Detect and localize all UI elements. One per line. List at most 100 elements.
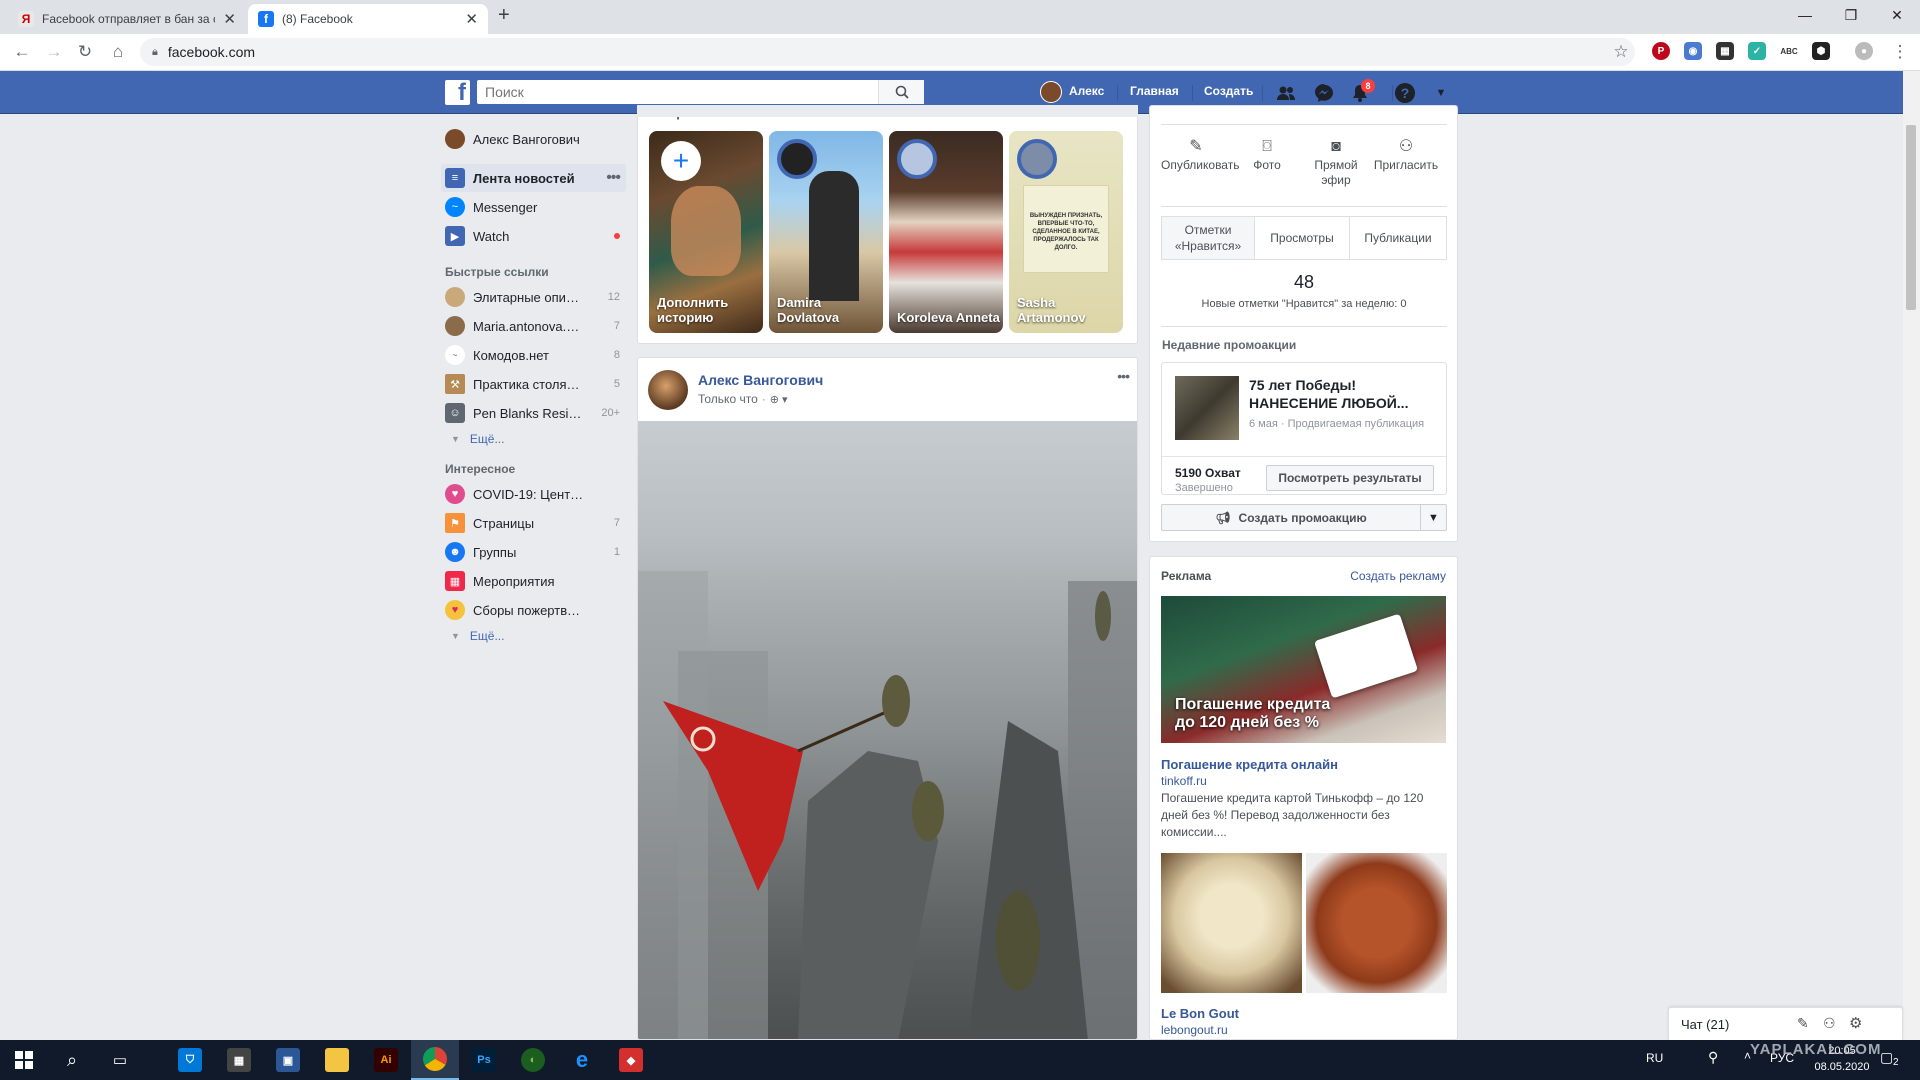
action-center-icon[interactable]: ▢	[1880, 1049, 1893, 1066]
extension-icon[interactable]: ABC	[1780, 42, 1798, 60]
search-input[interactable]	[477, 81, 878, 103]
scrollbar-thumb[interactable]	[1906, 125, 1916, 310]
promotion-dropdown-icon[interactable]: ▼	[1420, 504, 1447, 531]
group-chat-icon[interactable]: ⚇	[1823, 1015, 1836, 1032]
menu-kebab-icon[interactable]: ⋮	[1888, 40, 1912, 64]
help-icon[interactable]: ?	[1394, 82, 1416, 104]
post-time[interactable]: Только что	[698, 392, 758, 406]
home-icon[interactable]: ⌂	[106, 40, 130, 64]
ad1-domain[interactable]: tinkoff.ru	[1161, 774, 1207, 788]
ad2-headline[interactable]: Le Bon Gout	[1161, 1006, 1239, 1021]
extension-icon[interactable]: ▦	[1716, 42, 1734, 60]
task-view-icon[interactable]: ▭	[96, 1040, 144, 1080]
maximize-button[interactable]: ❐	[1828, 0, 1874, 30]
shortcuts-see-more[interactable]: ▼ Ещё...	[451, 432, 504, 446]
promo-thumbnail[interactable]	[1175, 376, 1239, 440]
search-icon[interactable]	[878, 80, 924, 104]
ad2-image-dumplings[interactable]	[1161, 853, 1302, 993]
explore-item-pages[interactable]: ⚑ Страницы 7	[441, 509, 626, 537]
nav-create-link[interactable]: Создать	[1204, 84, 1253, 98]
ad2-domain[interactable]: lebongout.ru	[1161, 1023, 1228, 1037]
left-nav-profile[interactable]: Алекс Вангогович	[441, 125, 626, 153]
shortcut-item[interactable]: Элитарные опилк... 12	[441, 283, 626, 311]
back-icon[interactable]: ←	[10, 40, 34, 64]
sidebar-item-news-feed[interactable]: ≡ Лента новостей •••	[441, 164, 626, 192]
ad2-image-sausages[interactable]	[1306, 853, 1447, 993]
extension-icon[interactable]: ⬢	[1812, 42, 1830, 60]
privacy-globe-icon[interactable]: ⊕ ▾	[770, 393, 788, 406]
view-results-button[interactable]: Посмотреть результаты	[1266, 465, 1434, 491]
chat-settings-gear-icon[interactable]: ⚙	[1849, 1014, 1862, 1032]
reload-icon[interactable]: ↻	[73, 40, 97, 64]
taskbar-app[interactable]: ◐	[509, 1040, 557, 1080]
nav-profile-link[interactable]: Алекс	[1069, 84, 1104, 98]
forward-icon[interactable]: →	[42, 40, 66, 64]
search-icon[interactable]: ⌕	[48, 1040, 96, 1080]
new-tab-button[interactable]: +	[498, 4, 510, 27]
people-icon[interactable]: ⚲	[1708, 1049, 1718, 1066]
invite-button[interactable]: ⚇ Пригласить	[1371, 139, 1441, 173]
explore-see-more[interactable]: ▼ Ещё...	[451, 629, 504, 643]
tab-views[interactable]: Просмотры	[1254, 216, 1350, 260]
tab-likes[interactable]: Отметки «Нравится»	[1161, 216, 1255, 260]
story-item[interactable]: Koroleva Anneta	[889, 131, 1003, 333]
create-promotion-button[interactable]: 📢︎ Создать промоакцию	[1161, 504, 1421, 531]
taskbar-chrome-active[interactable]	[411, 1040, 459, 1080]
browser-tab-2-active[interactable]: f (8) Facebook ✕	[248, 4, 488, 34]
taskbar-photoshop[interactable]: Ps	[460, 1040, 508, 1080]
taskbar-app[interactable]: ▣	[264, 1040, 312, 1080]
live-button[interactable]: ◙ Прямой эфир	[1301, 139, 1371, 188]
sidebar-item-messenger[interactable]: ~ Messenger	[441, 193, 626, 221]
post-author-avatar[interactable]	[648, 370, 688, 410]
tab-posts[interactable]: Публикации	[1349, 216, 1447, 260]
close-tab-icon[interactable]: ✕	[465, 10, 478, 28]
close-tab-icon[interactable]: ✕	[223, 10, 236, 28]
minimize-button[interactable]: —	[1782, 0, 1828, 30]
taskbar-edge[interactable]: e	[558, 1040, 606, 1080]
messenger-icon[interactable]	[1313, 82, 1335, 104]
browser-tab-1[interactable]: Я Facebook отправляет в бан за с ✕	[8, 4, 246, 34]
post-photo[interactable]	[638, 421, 1137, 1039]
promo-title[interactable]: 75 лет Победы! НАНЕСЕНИЕ ЛЮБОЙ...	[1249, 376, 1434, 412]
friend-requests-icon[interactable]	[1275, 82, 1297, 104]
explore-item-covid[interactable]: ♥ COVID-19: Центр ...	[441, 480, 626, 508]
more-options-icon[interactable]: •••	[592, 169, 626, 187]
explore-item-fundraisers[interactable]: ♥ Сборы пожертвов...	[441, 596, 626, 624]
profile-avatar[interactable]	[1040, 81, 1062, 103]
language-indicator[interactable]: RU	[1646, 1051, 1663, 1065]
close-window-button[interactable]: ✕	[1874, 0, 1920, 30]
explore-item-events[interactable]: ▦ Мероприятия	[441, 567, 626, 595]
taskbar-illustrator[interactable]: Ai	[362, 1040, 410, 1080]
taskbar-app[interactable]: ◆	[607, 1040, 655, 1080]
shortcut-item[interactable]: ~ Комодов.нет 8	[441, 341, 626, 369]
taskbar-explorer[interactable]	[313, 1040, 361, 1080]
taskbar-calculator[interactable]: ▦	[215, 1040, 263, 1080]
address-bar[interactable]: 🔒︎ facebook.com	[140, 38, 1635, 66]
publish-button[interactable]: ✎ Опубликовать	[1161, 139, 1239, 173]
account-dropdown-icon[interactable]: ▼	[1430, 82, 1452, 104]
bookmark-star-icon[interactable]: ☆	[1609, 40, 1633, 64]
add-story-plus-icon[interactable]: +	[661, 141, 701, 181]
taskbar-store[interactable]: ⛉	[166, 1040, 214, 1080]
shortcut-item[interactable]: ⚒ Практика столярн... 5	[441, 370, 626, 398]
screenshot-extension-icon[interactable]: ◉	[1684, 42, 1702, 60]
ad1-image[interactable]: Погашение кредита до 120 дней без %	[1161, 596, 1446, 743]
extension-icon[interactable]: ✓	[1748, 42, 1766, 60]
sidebar-item-watch[interactable]: ▶ Watch	[441, 222, 626, 250]
story-item[interactable]: Damira Dovlatova	[769, 131, 883, 333]
chat-bar[interactable]: Чат (21) ✎ ⚇ ⚙	[1668, 1007, 1903, 1040]
facebook-logo-icon[interactable]: f	[445, 80, 470, 105]
pinterest-extension-icon[interactable]: P	[1652, 42, 1670, 60]
nav-home-link[interactable]: Главная	[1130, 84, 1179, 98]
new-message-icon[interactable]: ✎	[1797, 1015, 1809, 1032]
create-ad-link[interactable]: Создать рекламу	[1350, 569, 1446, 583]
story-item[interactable]: ВЫНУЖДЕН ПРИЗНАТЬ, ВПЕРВЫЕ ЧТО-ТО, СДЕЛА…	[1009, 131, 1123, 333]
story-add[interactable]: + Дополнить историю	[649, 131, 763, 333]
start-button[interactable]	[0, 1040, 48, 1080]
shortcut-item[interactable]: Maria.antonova.906 7	[441, 312, 626, 340]
explore-item-groups[interactable]: ☻ Группы 1	[441, 538, 626, 566]
post-options-icon[interactable]: •••	[1117, 368, 1130, 384]
shortcut-item[interactable]: ☺ Pen Blanks Resin ... 20+	[441, 399, 626, 427]
ad1-headline[interactable]: Погашение кредита онлайн	[1161, 757, 1338, 772]
chat-label[interactable]: Чат (21)	[1681, 1017, 1729, 1032]
